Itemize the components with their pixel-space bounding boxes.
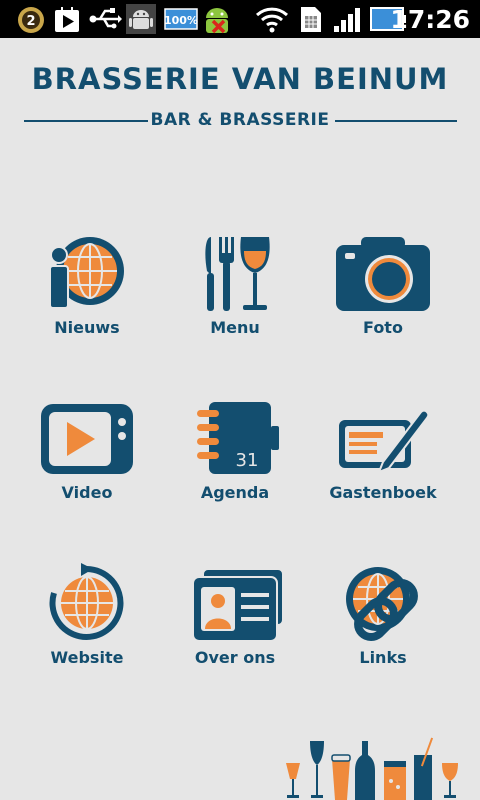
wifi-icon (255, 7, 289, 33)
menu-label: Agenda (200, 483, 270, 502)
status-bar: 2 100% 17:26 (0, 0, 480, 38)
website-globe-icon (49, 563, 124, 640)
menu-tile-menu[interactable]: Menu (165, 233, 305, 363)
menu-tile-agenda[interactable]: 31 Agenda (165, 398, 305, 528)
menu-tile-over-ons[interactable]: Over ons (165, 563, 305, 693)
globe-link-icon (346, 567, 418, 641)
menu-label: Links (359, 648, 407, 667)
android-warning-icon (206, 8, 228, 34)
menu-label: Video (61, 483, 113, 502)
calendar-notebook-icon: 31 (197, 402, 279, 474)
menu-tile-nieuws[interactable]: Nieuws (17, 233, 157, 363)
guestbook-pen-icon (339, 409, 430, 474)
menu-tile-video[interactable]: Video (17, 398, 157, 528)
notification-count: 2 (26, 14, 35, 29)
camera-icon (336, 237, 430, 311)
android-debug-icon (126, 4, 156, 34)
drinks-decoration-icon (286, 737, 458, 800)
clock: 17:26 (390, 5, 470, 34)
menu-tile-website[interactable]: Website (17, 563, 157, 693)
notification-badge-icon[interactable]: 2 (16, 4, 46, 34)
cutlery-wine-icon (205, 237, 270, 311)
news-globe-icon (49, 237, 124, 309)
signal-icon (334, 8, 360, 32)
usb-icon (89, 8, 122, 29)
menu-label: Nieuws (54, 318, 120, 337)
menu-tile-gastenboek[interactable]: Gastenboek (313, 398, 453, 528)
video-player-icon (41, 404, 133, 474)
menu-label: Over ons (194, 648, 276, 667)
menu-tile-foto[interactable]: Foto (313, 233, 453, 363)
menu-label: Foto (363, 318, 403, 337)
menu-label: Menu (210, 318, 260, 337)
menu-label: Gastenboek (329, 483, 437, 502)
agenda-date: 31 (236, 450, 259, 471)
menu-label: Website (50, 648, 124, 667)
play-store-icon[interactable] (52, 4, 82, 34)
id-card-icon (192, 568, 284, 642)
menu-tile-links[interactable]: Links (313, 563, 453, 693)
battery-icon: 100% (164, 8, 198, 30)
brand-title: BRASSERIE VAN BEINUM (31, 62, 449, 96)
battery-percent: 100% (164, 14, 198, 27)
divider-right (335, 120, 457, 122)
sim-icon (301, 7, 321, 32)
